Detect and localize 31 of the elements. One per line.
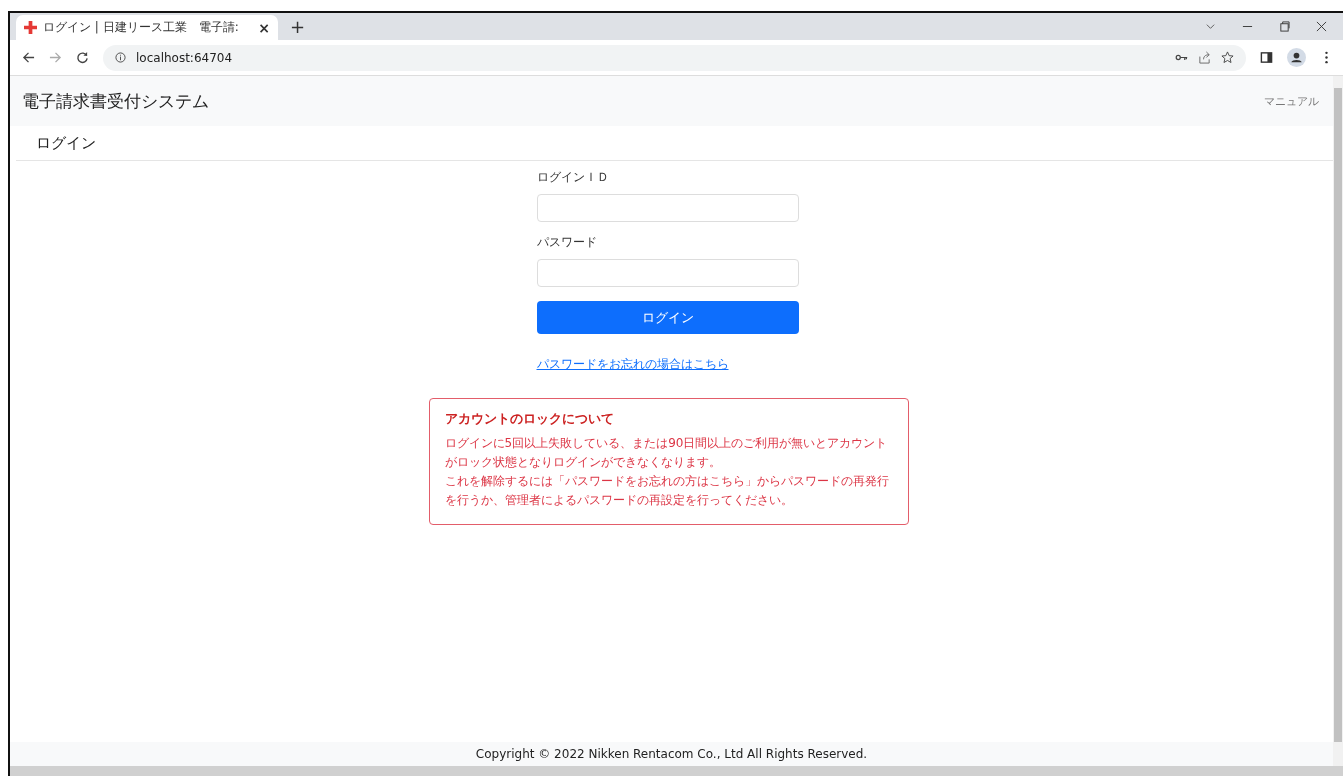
browser-tab[interactable]: ログイン | 日建リース工業 電子請: × <box>16 15 278 40</box>
share-icon[interactable] <box>1198 51 1211 64</box>
field-label: ログインＩＤ <box>536 169 610 186</box>
star-icon[interactable] <box>1221 51 1234 64</box>
forgot-password-link[interactable]: パスワードをお忘れの場合はこちら <box>536 357 729 372</box>
app-title: 電子請求書受付システム <box>22 89 209 113</box>
chevron-down-icon[interactable] <box>1205 21 1216 32</box>
new-tab-button[interactable]: + <box>290 17 306 37</box>
tab-title: ログイン | 日建リース工業 電子請: <box>43 19 240 36</box>
info-icon <box>115 52 126 63</box>
notice-text: これを解除するには「パスワードをお忘れの方はこちら」からパスワードの再発行を行うか、管理者によるパスワードの再設定を行ってください。 <box>444 473 890 509</box>
vertical-scrollbar[interactable] <box>1333 76 1343 766</box>
login-button[interactable]: ログイン <box>536 301 799 334</box>
restore-icon[interactable] <box>1279 21 1290 32</box>
back-arrow-icon[interactable] <box>22 51 35 64</box>
notice-text: ログインに5回以上失敗している、または90日間以上のご利用が無いとアカウントがロック状態となりログインができなくなります。 <box>444 435 889 471</box>
close-tab-button[interactable]: × <box>258 19 270 36</box>
field-label: パスワード <box>536 234 598 251</box>
horizontal-scrollbar[interactable] <box>10 766 1343 776</box>
input-field[interactable] <box>536 194 799 222</box>
copyright-text: Copyright © 2022 Nikken Rentacom Co., Ltd All Rights Reserved. <box>475 747 868 761</box>
notice-title: アカウントのロックについて <box>444 411 615 428</box>
side-panel-icon[interactable] <box>1260 51 1273 64</box>
reload-icon[interactable] <box>76 51 89 64</box>
input-field[interactable] <box>536 259 799 287</box>
page-title: ログイン <box>36 133 96 153</box>
close-icon[interactable] <box>1316 21 1327 32</box>
manual-link[interactable]: マニュアル <box>1264 93 1319 109</box>
cross-icon <box>24 21 37 34</box>
profile-icon[interactable] <box>1287 48 1306 67</box>
address-bar[interactable]: localhost:64704 <box>103 44 1246 71</box>
